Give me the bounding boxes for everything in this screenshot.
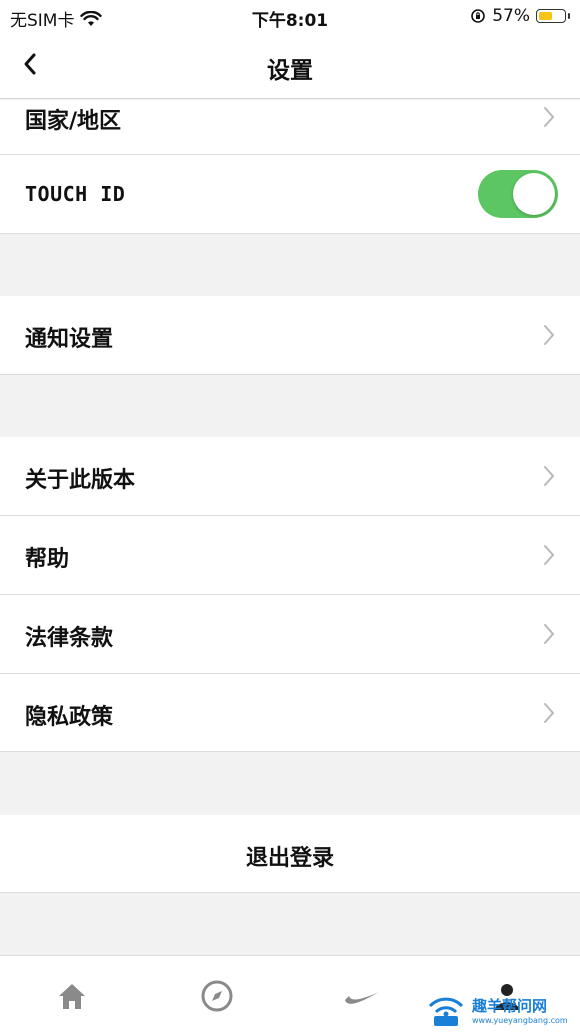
row-help[interactable]: 帮助 — [0, 516, 580, 595]
battery-percent: 57% — [492, 6, 530, 26]
watermark: 趣羊帮问网 www.yueyangbang.com — [426, 990, 576, 1030]
touch-id-toggle[interactable] — [478, 170, 558, 218]
chevron-right-icon — [544, 107, 555, 127]
swoosh-icon — [345, 992, 379, 1004]
battery-fill — [539, 12, 552, 20]
row-label: 法律条款 — [25, 626, 114, 651]
row-label: 关于此版本 — [25, 468, 136, 493]
chevron-right-icon — [544, 325, 555, 345]
tab-home[interactable] — [52, 976, 92, 1016]
wifi-house-logo-icon — [428, 997, 464, 1026]
watermark-text: 趣羊帮问网 — [472, 997, 548, 1015]
nav-bar: 设置 — [0, 34, 580, 99]
row-touch-id: TOUCH ID — [0, 155, 580, 234]
status-right: 57% — [470, 6, 570, 26]
watermark-text-block: 趣羊帮问网 www.yueyangbang.com — [472, 995, 568, 1025]
chevron-right-icon — [544, 624, 555, 644]
row-about-version[interactable]: 关于此版本 — [0, 437, 580, 516]
watermark-url: www.yueyangbang.com — [472, 1016, 568, 1025]
row-country-region[interactable]: 国家/地区 — [0, 100, 580, 155]
page-title: 设置 — [267, 58, 313, 84]
home-icon — [59, 984, 85, 1009]
compass-icon — [201, 980, 233, 1012]
chevron-right-icon — [544, 466, 555, 486]
logout-button[interactable]: 退出登录 — [0, 815, 580, 893]
tab-explore[interactable] — [197, 976, 237, 1016]
chevron-right-icon — [544, 545, 555, 565]
chevron-right-icon — [544, 703, 555, 723]
tab-brand[interactable] — [342, 976, 382, 1016]
status-bar: 无SIM卡 下午8:01 57% — [0, 0, 580, 34]
row-label: 国家/地区 — [25, 109, 122, 134]
row-label: 通知设置 — [25, 327, 114, 352]
logout-label: 退出登录 — [245, 846, 334, 871]
row-label: 帮助 — [25, 547, 70, 572]
row-legal-terms[interactable]: 法律条款 — [0, 595, 580, 674]
battery-icon — [536, 9, 566, 23]
row-privacy-policy[interactable]: 隐私政策 — [0, 674, 580, 752]
orientation-lock-icon — [471, 9, 486, 23]
battery-tip — [568, 13, 570, 19]
toggle-knob — [513, 173, 555, 215]
row-notification-settings[interactable]: 通知设置 — [0, 296, 580, 375]
row-label: TOUCH ID — [25, 182, 126, 206]
row-label: 隐私政策 — [25, 705, 114, 730]
